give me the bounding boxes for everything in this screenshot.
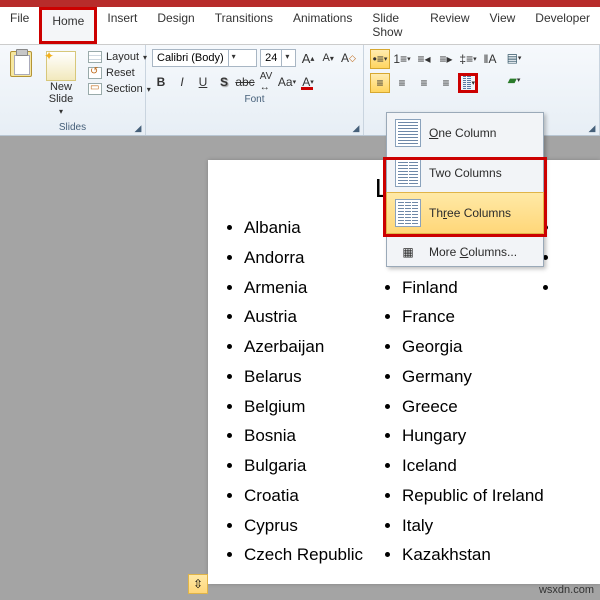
columns-button[interactable]: ▾ <box>458 73 478 93</box>
list-item: Germany <box>402 362 534 392</box>
list-item: Austria <box>244 302 376 332</box>
tab-transitions[interactable]: Transitions <box>205 7 283 44</box>
new-slide-button[interactable]: NewSlide ▾ <box>42 49 80 119</box>
tab-file[interactable]: File <box>0 7 39 44</box>
list-item: France <box>402 302 534 332</box>
tab-slide-show[interactable]: Slide Show <box>362 7 420 44</box>
tab-design[interactable]: Design <box>147 7 204 44</box>
line-spacing-button[interactable]: ‡≡▾ <box>458 49 478 69</box>
list-item: Iceland <box>402 451 534 481</box>
tab-animations[interactable]: Animations <box>283 7 362 44</box>
list-item: Albania <box>244 213 376 243</box>
more-columns-icon: ▦ <box>395 244 421 260</box>
tab-review[interactable]: Review <box>420 7 479 44</box>
font-size-combo[interactable]: 24▾ <box>260 49 296 67</box>
section-button[interactable]: Section ▾ <box>86 81 153 97</box>
change-case-button[interactable]: Aa▾ <box>278 73 296 91</box>
title-bar <box>0 0 600 7</box>
app-window: FileHomeInsertDesignTransitionsAnimation… <box>0 0 600 600</box>
list-item: Georgia <box>402 332 534 362</box>
list-item: Hungary <box>402 421 534 451</box>
section-icon <box>88 83 102 95</box>
chevron-down-icon: ▾ <box>228 50 239 66</box>
slides-small-buttons: Layout ▾ Reset Section ▾ <box>86 49 153 119</box>
tab-developer[interactable]: Developer <box>525 7 600 44</box>
list-item <box>560 273 594 303</box>
tab-insert[interactable]: Insert <box>97 7 147 44</box>
columns-icon <box>463 76 470 90</box>
list-item: Czech Republic <box>244 540 376 570</box>
group-slides: NewSlide ▾ Layout ▾ Reset Section ▾ Slid… <box>0 45 146 135</box>
paste-icon <box>10 51 32 77</box>
font-color-button[interactable]: A▾ <box>299 73 317 91</box>
text-shadow-button[interactable]: S <box>215 73 233 91</box>
align-center-button[interactable]: ≡ <box>392 73 412 93</box>
list-item: Finland <box>402 273 534 303</box>
list-item <box>560 213 594 243</box>
list-item: Belarus <box>244 362 376 392</box>
align-left-button[interactable]: ≡ <box>370 73 390 93</box>
convert-smartart-button[interactable]: ▰▾ <box>504 71 524 89</box>
font-name-combo[interactable]: Calibri (Body)▾ <box>152 49 257 67</box>
group-font: Calibri (Body)▾ 24▾ A▴ A▾ A◇ B I U S abc… <box>146 45 364 135</box>
list-item: Greece <box>402 392 534 422</box>
paragraph-launcher[interactable]: ◢ <box>587 123 597 133</box>
list-item: Belgium <box>244 392 376 422</box>
one-column-icon <box>395 119 421 147</box>
bold-button[interactable]: B <box>152 73 170 91</box>
list-item: Croatia <box>244 481 376 511</box>
underline-button[interactable]: U <box>194 73 212 91</box>
new-slide-label: NewSlide ▾ <box>46 81 76 117</box>
bullets-button[interactable]: •≡▾ <box>370 49 390 69</box>
menu-two-columns[interactable]: Two Columns <box>387 153 543 193</box>
layout-icon <box>88 51 102 63</box>
menu-more-columns[interactable]: ▦ More Columns... <box>387 238 543 266</box>
text-direction-button[interactable]: ‖A <box>480 49 500 69</box>
menu-three-columns[interactable]: Three Columns <box>386 192 544 234</box>
list-item: Armenia <box>244 273 376 303</box>
ribbon-tabs: FileHomeInsertDesignTransitionsAnimation… <box>0 7 600 45</box>
tab-home[interactable]: Home <box>39 7 97 44</box>
list-item: Azerbaijan <box>244 332 376 362</box>
list-item <box>560 243 594 273</box>
slides-launcher[interactable]: ◢ <box>133 123 143 133</box>
list-item: Bosnia <box>244 421 376 451</box>
reset-icon <box>88 67 102 79</box>
tab-view[interactable]: View <box>480 7 526 44</box>
list-item: Cyprus <box>244 511 376 541</box>
clear-format-button[interactable]: A◇ <box>340 49 357 67</box>
paste-button[interactable] <box>6 49 36 119</box>
strikethrough-button[interactable]: abc <box>236 73 254 91</box>
list-item: Andorra <box>244 243 376 273</box>
menu-divider <box>387 235 543 236</box>
columns-menu: One Column Two Columns Three Columns ▦ M… <box>386 112 544 267</box>
align-right-button[interactable]: ≡ <box>414 73 434 93</box>
new-slide-icon <box>46 51 76 81</box>
autofit-marker[interactable]: ⇳ <box>188 574 208 594</box>
two-columns-icon <box>395 159 421 187</box>
shrink-font-button[interactable]: A▾ <box>320 49 337 67</box>
italic-button[interactable]: I <box>173 73 191 91</box>
list-item: Bulgaria <box>244 451 376 481</box>
reset-button[interactable]: Reset <box>86 65 137 81</box>
group-label-slides: Slides <box>6 119 139 133</box>
three-columns-icon <box>395 199 421 227</box>
decrease-indent-button[interactable]: ≡◂ <box>414 49 434 69</box>
group-label-font: Font <box>152 91 357 105</box>
list-item: Republic of Ireland <box>402 481 534 511</box>
font-launcher[interactable]: ◢ <box>351 123 361 133</box>
chevron-down-icon: ▾ <box>281 50 292 66</box>
menu-one-column[interactable]: One Column <box>387 113 543 153</box>
layout-button[interactable]: Layout ▾ <box>86 49 149 65</box>
list-column-1: AlbaniaAndorraArmeniaAustriaAzerbaijanBe… <box>218 213 376 570</box>
list-item: Italy <box>402 511 534 541</box>
list-item: Kazakhstan <box>402 540 534 570</box>
align-text-button[interactable]: ▤▾ <box>504 49 524 67</box>
justify-button[interactable]: ≡ <box>436 73 456 93</box>
grow-font-button[interactable]: A▴ <box>299 49 316 67</box>
char-spacing-button[interactable]: AV↔ <box>257 73 275 91</box>
increase-indent-button[interactable]: ≡▸ <box>436 49 456 69</box>
watermark: wsxdn.com <box>539 584 594 596</box>
numbering-button[interactable]: 1≡▾ <box>392 49 412 69</box>
